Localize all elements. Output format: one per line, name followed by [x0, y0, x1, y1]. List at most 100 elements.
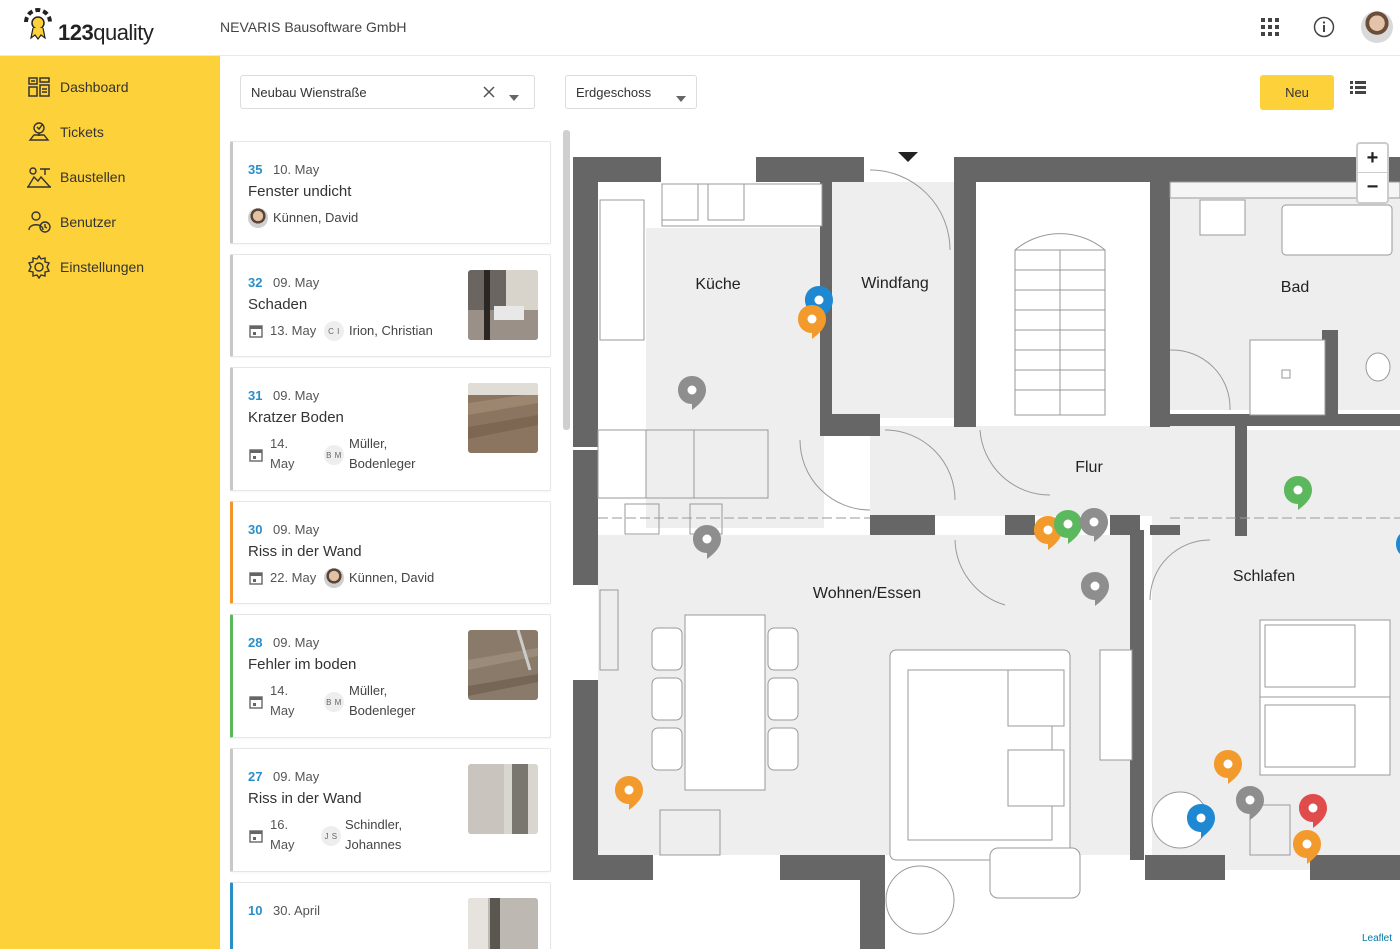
ticket-number: 10: [248, 903, 263, 918]
ticket-date: 09. May: [273, 769, 320, 784]
ticket-date: 09. May: [273, 522, 320, 537]
ticket-title: Schaden: [248, 296, 308, 313]
ticket-photo-thumbnail[interactable]: [468, 383, 538, 453]
list-view-icon[interactable]: [1350, 80, 1374, 104]
map-attribution-link[interactable]: Leaflet: [1358, 932, 1397, 945]
room-label-windfang: Windfang: [861, 275, 929, 292]
ticket-number: 35: [248, 162, 263, 177]
new-ticket-button[interactable]: Neu: [1260, 75, 1334, 110]
ticket-title: Fenster undicht: [248, 183, 352, 200]
zoom-out-button[interactable]: −: [1358, 173, 1387, 202]
calendar-icon: [249, 325, 263, 338]
ticket-due-date: 14. May: [270, 436, 295, 471]
sidebar: Dashboard Tickets Baustellen Benutzer Ei…: [0, 56, 220, 949]
ticket-number: 30: [248, 522, 263, 537]
project-select[interactable]: Neubau Wienstraße: [240, 75, 535, 109]
ticket-number: 32: [248, 275, 263, 290]
ticket-assignee: Müller, Bodenleger: [349, 683, 416, 718]
sidebar-item-dashboard[interactable]: Dashboard: [0, 67, 220, 107]
settings-gear-icon: [26, 254, 52, 280]
company-name: NEVARIS Bausoftware GmbH: [220, 19, 407, 35]
ticket-card[interactable]: 30 09. May Riss in der Wand 22. May Künn…: [230, 501, 551, 604]
ticket-card[interactable]: 35 10. May Fenster undicht Künnen, David: [230, 141, 551, 244]
project-select-value: Neubau Wienstraße: [251, 84, 367, 100]
room-label-kueche: Küche: [695, 276, 740, 293]
ticket-date: 09. May: [273, 388, 320, 403]
calendar-icon: [249, 449, 263, 462]
ticket-photo-thumbnail[interactable]: [468, 630, 538, 700]
avatar: [324, 568, 344, 588]
room-label-schlafen: Schlafen: [1233, 568, 1295, 585]
ticket-number: 27: [248, 769, 263, 784]
users-icon: [26, 209, 52, 235]
top-bar: 123quality NEVARIS Bausoftware GmbH: [0, 0, 1400, 56]
avatar: C I: [324, 321, 344, 341]
ticket-assignee: Künnen, David: [349, 570, 435, 585]
ticket-card[interactable]: 28 09. May Fehler im boden 14. May B M M…: [230, 614, 551, 738]
sidebar-item-tickets[interactable]: Tickets: [0, 112, 220, 152]
construction-site-icon: [26, 164, 52, 190]
room-label-wohnen-essen: Wohnen/Essen: [813, 585, 921, 602]
ticket-card[interactable]: 32 09. May Schaden 13. May C I Irion, Ch…: [230, 254, 551, 357]
ticket-photo-thumbnail[interactable]: [468, 270, 538, 340]
floorplan-map[interactable]: Küche Windfang Bad Flur Wohnen/Essen Sch…: [570, 130, 1400, 949]
floor-select[interactable]: Erdgeschoss: [565, 75, 697, 109]
floorplan-drawing[interactable]: Küche Windfang Bad Flur Wohnen/Essen Sch…: [570, 130, 1400, 949]
map-zoom-control: + −: [1356, 142, 1389, 204]
sidebar-item-label: Tickets: [60, 124, 104, 140]
avatar: J S: [321, 826, 341, 846]
logo-text: 123quality: [58, 20, 154, 45]
sidebar-item-label: Einstellungen: [60, 259, 145, 275]
info-icon[interactable]: [1309, 12, 1339, 42]
sidebar-item-label: Dashboard: [60, 79, 129, 95]
chevron-down-icon[interactable]: [509, 89, 519, 104]
app-logo[interactable]: 123quality: [20, 6, 160, 50]
ticket-date: 10. May: [273, 162, 320, 177]
ticket-title: Kratzer Boden: [248, 409, 344, 426]
ticket-card[interactable]: 31 09. May Kratzer Boden 14. May B M Mül…: [230, 367, 551, 491]
room-label-bad: Bad: [1281, 279, 1309, 296]
chevron-down-icon[interactable]: [676, 90, 686, 105]
ticket-date: 30. April: [273, 903, 320, 918]
sidebar-item-einstellungen[interactable]: Einstellungen: [0, 247, 220, 287]
room-label-flur: Flur: [1075, 459, 1103, 476]
tickets-icon: [26, 119, 52, 145]
logo-badge-icon: [24, 8, 52, 40]
floor-select-value: Erdgeschoss: [576, 84, 652, 100]
ticket-due-date: 14. May: [270, 683, 295, 718]
ticket-title: Riss in der Wand: [248, 543, 362, 560]
ticket-date: 09. May: [273, 635, 320, 650]
ticket-list[interactable]: 35 10. May Fenster undicht Künnen, David…: [220, 130, 570, 949]
ticket-title: Riss in der Wand: [248, 790, 362, 807]
sidebar-item-baustellen[interactable]: Baustellen: [0, 157, 220, 197]
avatar: B M: [324, 445, 344, 465]
apps-grid-icon[interactable]: [1255, 12, 1285, 42]
calendar-icon: [249, 830, 263, 843]
ticket-due-date: 16. May: [270, 817, 295, 852]
zoom-in-button[interactable]: +: [1358, 144, 1387, 173]
ticket-title: Fehler im boden: [248, 656, 357, 673]
ticket-date: 09. May: [273, 275, 320, 290]
ticket-photo-thumbnail[interactable]: [468, 898, 538, 949]
calendar-icon: [249, 696, 263, 709]
ticket-assignee: Müller, Bodenleger: [349, 436, 416, 471]
ticket-photo-thumbnail[interactable]: [468, 764, 538, 834]
ticket-number: 31: [248, 388, 263, 403]
calendar-icon: [249, 572, 263, 585]
ticket-card[interactable]: 10 30. April: [230, 882, 551, 949]
user-avatar[interactable]: [1361, 11, 1393, 43]
ticket-number: 28: [248, 635, 263, 650]
ticket-assignee: Irion, Christian: [349, 323, 433, 338]
list-scrollbar[interactable]: [563, 130, 570, 430]
ticket-due-date: 22. May: [270, 570, 317, 585]
ticket-assignee: Schindler, Johannes: [345, 817, 403, 852]
sidebar-item-label: Benutzer: [60, 214, 117, 230]
ticket-assignee: Künnen, David: [273, 210, 359, 225]
clear-icon[interactable]: [482, 85, 496, 102]
ticket-card[interactable]: 27 09. May Riss in der Wand 16. May J S …: [230, 748, 551, 872]
avatar: [248, 208, 268, 228]
dashboard-icon: [26, 74, 52, 100]
toolbar: Neubau Wienstraße Erdgeschoss Neu: [220, 56, 1400, 130]
avatar: B M: [324, 692, 344, 712]
sidebar-item-benutzer[interactable]: Benutzer: [0, 202, 220, 242]
